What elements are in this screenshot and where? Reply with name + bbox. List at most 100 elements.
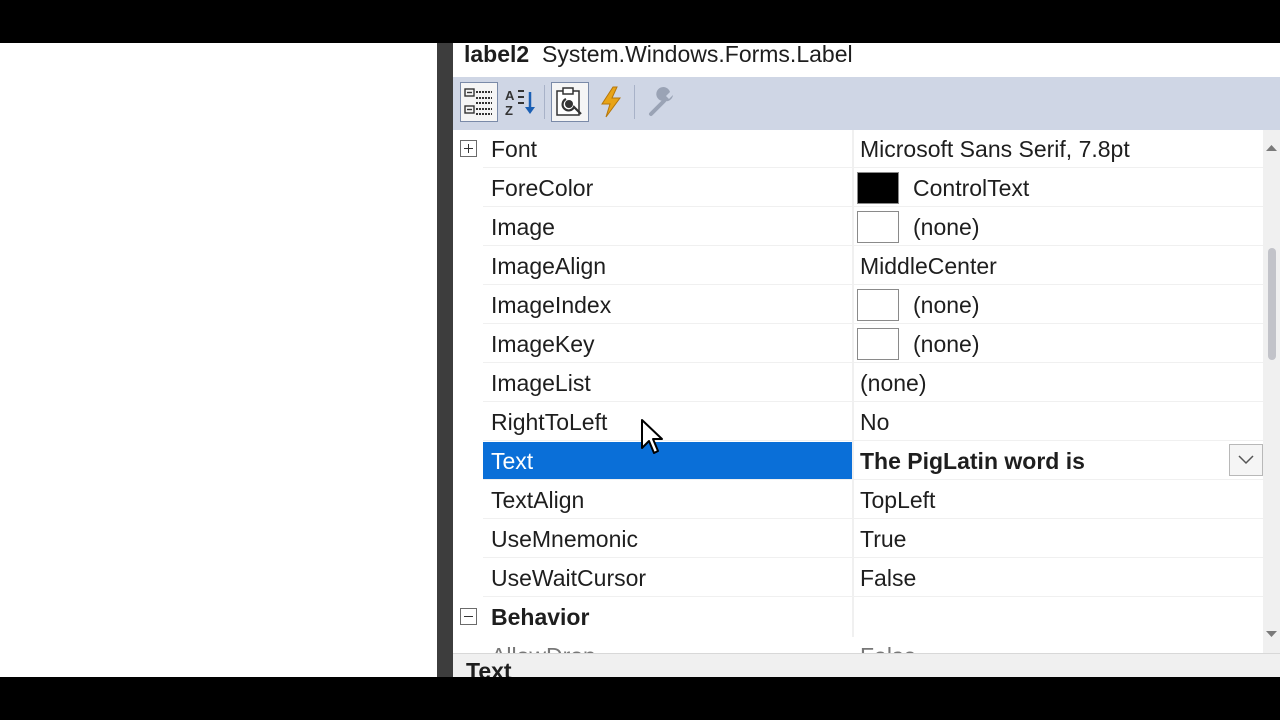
property-row-imagekey[interactable]: ImageKey (none) <box>453 325 1263 364</box>
property-row-forecolor[interactable]: ForeColor ControlText <box>453 169 1263 208</box>
properties-button[interactable] <box>551 82 589 122</box>
row-gutter <box>453 559 483 598</box>
property-name: ImageAlign <box>483 247 852 285</box>
property-row-usewaitcursor[interactable]: UseWaitCursor False <box>453 559 1263 598</box>
mouse-pointer-icon <box>641 419 663 454</box>
property-value[interactable]: (none) <box>854 364 1263 402</box>
row-gutter <box>453 598 483 637</box>
property-name: ImageList <box>483 364 852 402</box>
scroll-down-arrow-icon[interactable] <box>1266 630 1277 638</box>
property-row-righttoleft[interactable]: RightToLeft No <box>453 403 1263 442</box>
property-row-image[interactable]: Image (none) <box>453 208 1263 247</box>
property-value[interactable]: Microsoft Sans Serif, 7.8pt <box>854 130 1263 168</box>
color-swatch <box>857 171 899 204</box>
category-name: Behavior <box>491 604 590 630</box>
property-value[interactable]: (none) <box>854 286 1263 324</box>
partial-property-name[interactable]: AllowDrop <box>491 637 596 653</box>
expand-plus-icon[interactable] <box>460 140 477 157</box>
events-lightning-icon <box>601 86 621 118</box>
object-type: System.Windows.Forms.Label <box>542 43 853 67</box>
property-value[interactable]: No <box>854 403 1263 441</box>
property-value[interactable]: (none) <box>854 325 1263 363</box>
property-value[interactable]: (none) <box>854 208 1263 246</box>
property-value[interactable]: MiddleCenter <box>854 247 1263 285</box>
property-value-text: (none) <box>860 370 927 396</box>
row-gutter <box>453 169 483 208</box>
property-grid: Font Microsoft Sans Serif, 7.8pt ForeCol… <box>453 130 1263 677</box>
property-name: UseMnemonic <box>483 520 852 558</box>
properties-view-icon <box>556 87 582 116</box>
scroll-up-arrow-icon[interactable] <box>1266 144 1277 152</box>
vertical-scrollbar[interactable] <box>1263 130 1280 653</box>
property-value-text: No <box>860 409 890 435</box>
collapse-minus-icon[interactable] <box>460 608 477 625</box>
property-value-text: Microsoft Sans Serif, 7.8pt <box>860 136 1130 162</box>
description-title: Text <box>466 658 512 677</box>
category-row-behavior[interactable]: Behavior <box>453 598 1263 637</box>
property-name: ForeColor <box>483 169 852 207</box>
property-value-text[interactable]: The PigLatin word is <box>860 448 1085 474</box>
property-row-usemnemonic[interactable]: UseMnemonic True <box>453 520 1263 559</box>
property-name: ImageKey <box>483 325 852 363</box>
categorized-view-icon <box>464 88 492 115</box>
chevron-down-icon <box>1238 455 1254 465</box>
categorized-button[interactable] <box>460 82 498 122</box>
row-gutter <box>453 325 483 364</box>
property-name: TextAlign <box>483 481 852 519</box>
object-name: label2 <box>464 43 530 67</box>
property-value[interactable]: TopLeft <box>854 481 1263 519</box>
property-name: Image <box>483 208 852 246</box>
property-value-text: True <box>860 526 907 552</box>
image-swatch <box>857 210 899 243</box>
row-gutter <box>453 247 483 286</box>
row-gutter <box>453 481 483 520</box>
property-row-imagealign[interactable]: ImageAlign MiddleCenter <box>453 247 1263 286</box>
property-row-textalign[interactable]: TextAlign TopLeft <box>453 481 1263 520</box>
property-value-text: (none) <box>913 214 980 240</box>
properties-panel: label2 System.Windows.Forms.Label A Z Fo… <box>453 43 1280 677</box>
property-value-editor[interactable]: The PigLatin word is <box>854 442 1263 480</box>
designer-canvas <box>0 43 437 677</box>
events-button[interactable] <box>592 82 630 122</box>
property-row-imagelist[interactable]: ImageList (none) <box>453 364 1263 403</box>
description-pane: Text <box>453 653 1280 677</box>
row-gutter <box>453 286 483 325</box>
property-pages-wrench-icon <box>649 87 673 116</box>
category-value <box>854 598 1263 636</box>
property-name: Text <box>483 442 852 480</box>
property-value[interactable]: ControlText <box>854 169 1263 207</box>
property-pages-button[interactable] <box>644 82 682 122</box>
property-value-text: ControlText <box>913 175 1030 201</box>
property-name: ImageIndex <box>483 286 852 324</box>
dropdown-button[interactable] <box>1229 444 1263 476</box>
properties-toolbar: A Z <box>453 77 1280 130</box>
toolbar-separator <box>634 85 635 119</box>
property-value[interactable]: True <box>854 520 1263 558</box>
property-name: UseWaitCursor <box>483 559 852 597</box>
property-value-text: (none) <box>913 292 980 318</box>
alphabetical-sort-icon: A Z <box>505 88 535 117</box>
svg-text:A: A <box>505 88 515 103</box>
property-value[interactable]: False <box>854 559 1263 597</box>
row-gutter <box>453 403 483 442</box>
property-row-font[interactable]: Font Microsoft Sans Serif, 7.8pt <box>453 130 1263 169</box>
object-selector[interactable]: label2 System.Windows.Forms.Label <box>464 43 853 77</box>
image-swatch <box>857 327 899 360</box>
panel-splitter[interactable] <box>437 43 453 677</box>
property-name: RightToLeft <box>483 403 852 441</box>
property-row-text[interactable]: Text The PigLatin word is <box>453 442 1263 481</box>
toolbar-separator <box>544 85 545 119</box>
svg-text:Z: Z <box>505 103 513 117</box>
property-value-text: MiddleCenter <box>860 253 997 279</box>
image-swatch <box>857 288 899 321</box>
property-value-text: TopLeft <box>860 487 936 513</box>
scrollbar-thumb[interactable] <box>1268 248 1276 360</box>
partial-property-value[interactable]: False <box>860 637 916 653</box>
alphabetical-button[interactable]: A Z <box>501 82 539 122</box>
property-value-text: False <box>860 565 917 591</box>
row-gutter <box>453 208 483 247</box>
row-gutter <box>453 364 483 403</box>
property-row-imageindex[interactable]: ImageIndex (none) <box>453 286 1263 325</box>
property-name: Font <box>483 130 852 168</box>
row-gutter <box>453 442 483 481</box>
